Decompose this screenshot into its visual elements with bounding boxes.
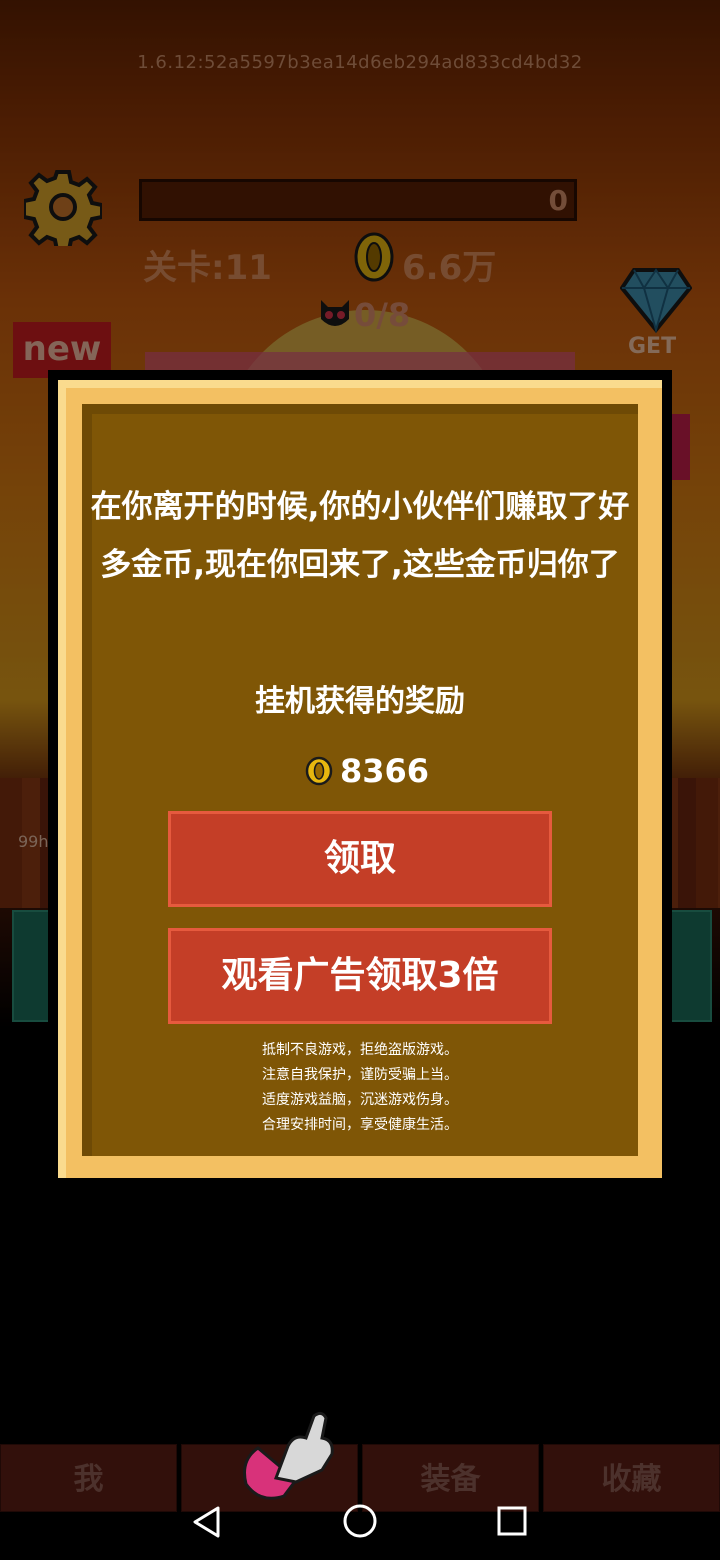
claim-triple-ad-button[interactable]: 观看广告领取3倍 [168,928,552,1024]
pointer-hand-icon [243,1411,334,1500]
claim-button[interactable]: 领取 [168,811,552,907]
health-notice: 抵制不良游戏，拒绝盗版游戏。 注意自我保护，谨防受骗上当。 适度游戏益脑，沉迷游… [76,1038,644,1138]
dialog-message: 在你离开的时候,你的小伙伴们赚取了好多金币,现在你回来了,这些金币归你了 [90,489,630,583]
home-icon[interactable] [342,1503,378,1539]
back-icon[interactable] [190,1505,224,1539]
notice-line: 抵制不良游戏，拒绝盗版游戏。 [262,1042,458,1058]
notice-line: 注意自我保护，谨防受骗上当。 [262,1067,458,1083]
notice-line: 合理安排时间，享受健康生活。 [262,1117,458,1133]
recent-apps-icon[interactable] [496,1505,528,1537]
coin-icon [305,756,333,786]
dialog-subtitle: 挂机获得的奖励 [255,684,465,719]
reward-amount: 8366 [340,752,430,790]
notice-line: 适度游戏益脑，沉迷游戏伤身。 [262,1092,458,1108]
